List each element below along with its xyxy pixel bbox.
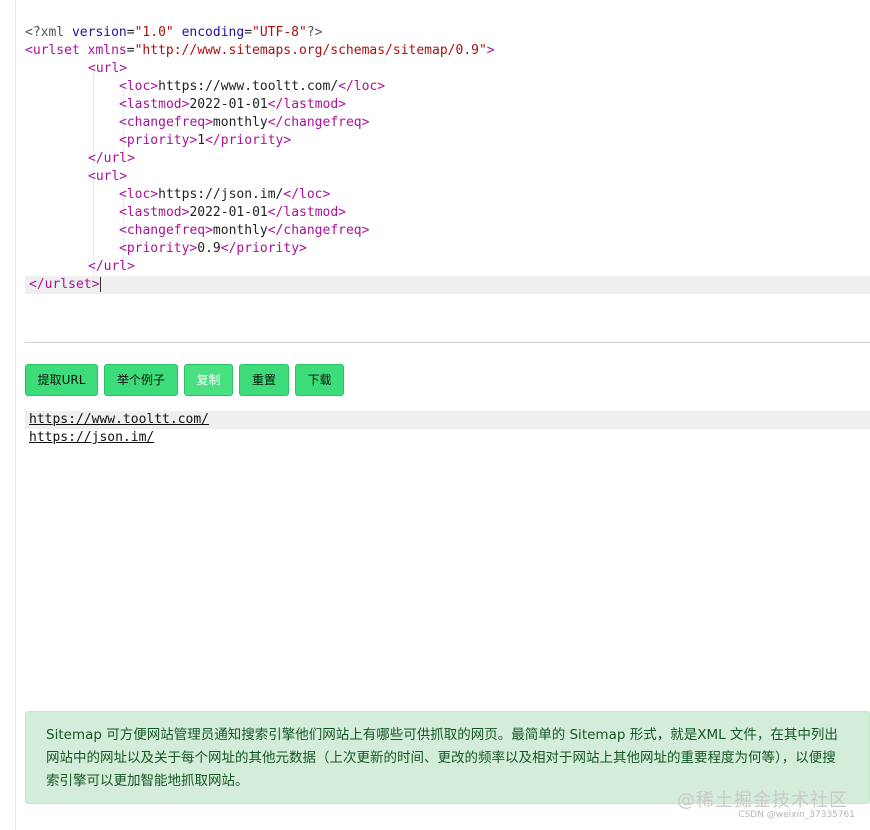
extract-url-button[interactable]: 提取URL: [25, 364, 98, 396]
reset-button[interactable]: 重置: [239, 364, 289, 396]
watermark-credit: CSDN @weixin_37335761: [738, 810, 855, 820]
page-left-border: [15, 0, 16, 830]
section-divider: [25, 342, 870, 343]
result-link[interactable]: https://www.tooltt.com/: [29, 412, 209, 427]
result-link[interactable]: https://json.im/: [29, 430, 154, 445]
code-line-priority: <priority>1</priority>: [119, 133, 292, 148]
text-cursor: [100, 277, 102, 292]
info-text: Sitemap 可方便网站管理员通知搜索引擎他们网站上有哪些可供抓取的网页。最简…: [46, 727, 838, 789]
code-line-changefreq: <changefreq>monthly</changefreq>: [119, 115, 370, 130]
code-line-prolog: <?xml version="1.0" encoding="UTF-8"?>: [25, 25, 323, 40]
code-line-urlset-open: <urlset xmlns="http://www.sitemaps.org/s…: [25, 43, 495, 58]
code-line-changefreq: <changefreq>monthly</changefreq>: [119, 223, 370, 238]
code-line-urlset-close: </urlset>: [25, 276, 870, 294]
copy-button[interactable]: 复制: [184, 364, 233, 396]
code-line-lastmod: <lastmod>2022-01-01</lastmod>: [119, 97, 347, 112]
code-line-url-close: </url>: [88, 151, 135, 166]
download-button[interactable]: 下载: [295, 364, 344, 396]
example-button[interactable]: 举个例子: [104, 364, 178, 396]
code-line-url-close: </url>: [88, 259, 135, 274]
result-output[interactable]: https://www.tooltt.com/ https://json.im/: [25, 411, 870, 447]
watermark: @稀土掘金技术社区: [677, 790, 848, 811]
code-line-priority: <priority>0.9</priority>: [119, 241, 307, 256]
code-line-url-open: <url>: [88, 61, 128, 76]
code-line-lastmod: <lastmod>2022-01-01</lastmod>: [119, 205, 347, 220]
code-line-loc: <loc>https://www.tooltt.com/</loc>: [119, 79, 386, 94]
code-line-loc: <loc>https://json.im/</loc>: [119, 187, 331, 202]
xml-editor[interactable]: <?xml version="1.0" encoding="UTF-8"?> <…: [25, 20, 870, 295]
code-line-url-open: <url>: [88, 169, 128, 184]
result-row: https://json.im/: [25, 429, 870, 447]
result-row: https://www.tooltt.com/: [25, 411, 870, 429]
